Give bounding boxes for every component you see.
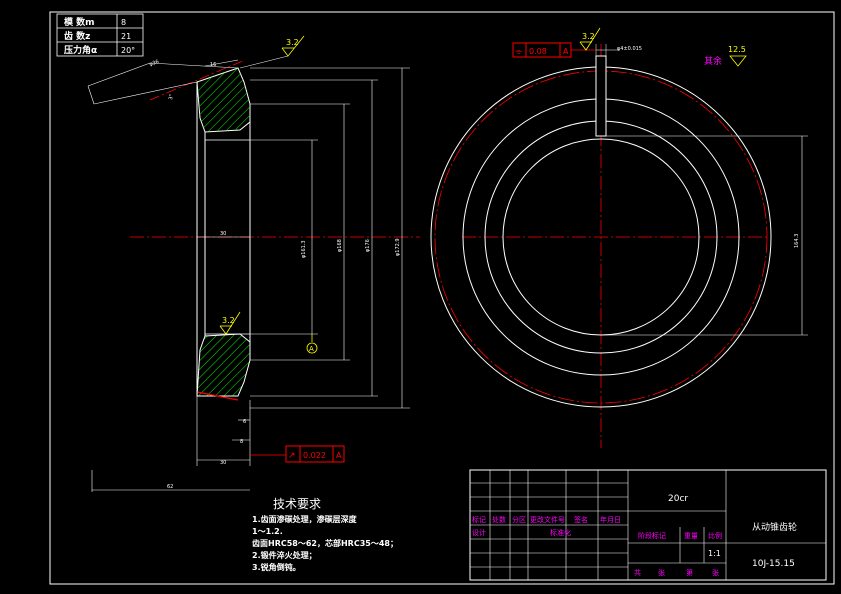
tb-sheet-1: 共 [634, 568, 641, 577]
tech-requirements: 技术要求 1.齿面渗碳处理，渗碳层深度 1～1.2. 齿面HRC58～62，芯部… [252, 497, 398, 572]
tb-weight-label: 重量 [684, 532, 698, 540]
svg-text:A: A [309, 345, 314, 353]
tech-line-4: 2.锻件淬火处理； [252, 550, 317, 561]
tb-header-count: 处数 [492, 515, 506, 524]
svg-text:12.5: 12.5 [728, 45, 746, 54]
dim-small-8: 8 [240, 439, 243, 445]
tb-header-mark: 标记 [472, 515, 486, 524]
dim-bottom-30: 30 [220, 460, 226, 466]
param-label-pressure: 压力角α [64, 44, 97, 56]
svg-text:3.2: 3.2 [222, 316, 235, 325]
dim-bore: φ161.3 [301, 240, 307, 258]
param-label-module: 模 数m [64, 16, 95, 28]
runout-symbol: ↗ [288, 451, 296, 461]
runout-frame: ↗ 0.022 A [250, 445, 345, 463]
svg-text:3.2: 3.2 [286, 38, 299, 47]
tech-line-1: 1.齿面渗碳处理，渗碳层深度 [252, 514, 358, 524]
tb-header-zone: 分区 [512, 515, 526, 524]
tech-line-5: 3.锐角倒钝。 [252, 562, 301, 572]
tb-sheet-3: 第 [686, 568, 693, 577]
param-value-module: 8 [121, 18, 126, 27]
dim-d1: φ176 [365, 239, 371, 252]
param-label-teeth: 齿 数z [64, 30, 90, 42]
title-block: 标记 处数 分区 更改文件号 签名 年月日 设计 标准化 20cr 阶段标记 重… [469, 469, 827, 581]
tech-title: 技术要求 [273, 497, 321, 511]
tb-sheet-4: 张 [712, 568, 719, 577]
symmetry-value: 0.08 [529, 47, 547, 56]
dim-face-width: 16 [210, 62, 216, 68]
tb-header-date: 年月日 [600, 515, 621, 524]
dim-small-6: 6 [243, 419, 246, 425]
finish-symbol-keyway: 3.2 [579, 27, 601, 51]
datum-a-marker: A [306, 334, 318, 354]
tech-line-2: 1～1.2. [252, 527, 283, 536]
tb-design: 设计 [472, 528, 486, 537]
tb-header-file: 更改文件号 [530, 515, 565, 524]
tb-standard: 标准化 [550, 528, 571, 537]
dim-hub-length: 30 [220, 231, 226, 237]
tech-line-3: 齿面HRC58～62，芯部HRC35～48； [252, 538, 398, 549]
rest-label: 其余 [704, 55, 722, 67]
tb-scale-label: 比例 [708, 531, 722, 540]
symmetry-datum: A [563, 47, 569, 56]
tb-drawing-no: 10J-15.15 [752, 559, 795, 569]
tb-sheet-2: 张 [658, 568, 665, 577]
param-table: 模 数m 8 齿 数z 21 压力角α 20° [56, 13, 144, 57]
dim-keyway-width: φ4±0.015 [617, 46, 642, 52]
dim-outer: φ172.9 [395, 238, 401, 256]
runout-value: 0.022 [303, 451, 326, 460]
lower-tooth-section [196, 333, 251, 397]
dim-overall: 62 [167, 484, 173, 490]
symmetry-symbol: ⌯ [515, 47, 523, 57]
keyway [595, 55, 607, 137]
symmetry-frame: ⌯ 0.08 A [512, 42, 596, 58]
finish-symbol-rest: 其余 12.5 [704, 45, 747, 67]
section-view: A φ36 16 3° φ161.3 φ168 φ176 φ172.9 30 6… [87, 35, 420, 492]
tb-part-name: 从动锥齿轮 [752, 521, 797, 533]
dim-d2: φ168 [337, 239, 343, 252]
dim-angle: 3° [168, 93, 175, 100]
finish-symbol-lower: 3.2 [219, 311, 241, 335]
tb-header-sign: 签名 [574, 515, 588, 524]
tb-material: 20cr [668, 494, 688, 504]
param-value-teeth: 21 [121, 32, 131, 41]
dim-keyway-depth: 164.3 [794, 234, 800, 248]
param-value-pressure: 20° [121, 46, 135, 55]
dim-slant-length: φ36 [149, 59, 160, 68]
runout-datum: A [336, 451, 342, 460]
cad-drawing: 模 数m 8 齿 数z 21 压力角α 20° A φ36 16 3° φ161… [49, 11, 835, 585]
tb-scale: 1:1 [708, 549, 721, 558]
end-view: 164.3 φ4±0.015 ⌯ 0.08 A 3.2 其余 12.5 [430, 27, 808, 448]
tb-stage-label: 阶段标记 [638, 531, 666, 540]
svg-text:3.2: 3.2 [582, 32, 595, 41]
finish-symbol-top: 3.2 [239, 35, 305, 69]
